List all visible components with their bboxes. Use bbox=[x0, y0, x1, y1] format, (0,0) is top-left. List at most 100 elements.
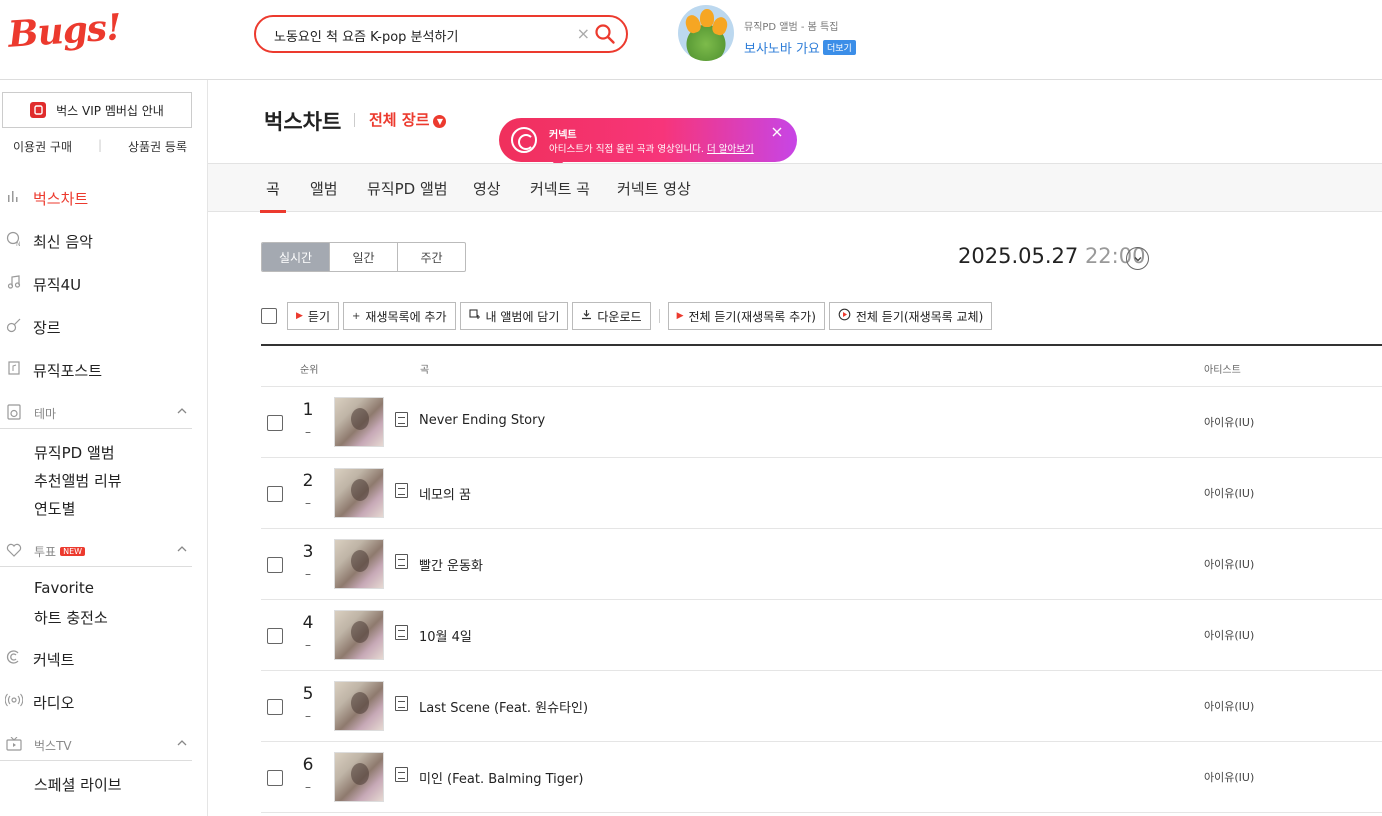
play-button[interactable]: ▶ 듣기 bbox=[287, 302, 340, 330]
song-title[interactable]: 미인 (Feat. Balming Tiger) bbox=[419, 768, 583, 787]
sidebar-item-bugs-chart[interactable]: 벅스차트 bbox=[0, 186, 200, 210]
sidebar-group-label: 테마 bbox=[34, 407, 57, 421]
sidebar-item-new-music[interactable]: N 최신 음악 bbox=[0, 229, 200, 253]
song-title[interactable]: Last Scene (Feat. 원슈타인) bbox=[419, 697, 588, 716]
table-row: 5 – Last Scene (Feat. 원슈타인) 아이유(IU) bbox=[261, 671, 1382, 742]
chevron-up-icon[interactable] bbox=[176, 405, 188, 417]
add-my-album-button[interactable]: 내 앨범에 담기 bbox=[459, 302, 569, 330]
song-title[interactable]: Never Ending Story bbox=[419, 413, 545, 428]
tab-connect-songs[interactable]: 커넥트 곡 bbox=[530, 178, 590, 199]
add-playlist-button[interactable]: + 재생목록에 추가 bbox=[343, 302, 456, 330]
sidebar-item-special-live[interactable]: 스페셜 라이브 bbox=[34, 774, 122, 795]
lyrics-icon[interactable] bbox=[395, 554, 408, 569]
learn-more-link[interactable]: 더 알아보기 bbox=[707, 144, 754, 155]
sidebar-group-theme[interactable]: 테마 bbox=[0, 399, 192, 429]
sidebar-group-label: 투표 bbox=[34, 545, 57, 559]
promo-title[interactable]: 보사노바 가요 bbox=[744, 38, 820, 57]
album-art[interactable] bbox=[334, 539, 384, 589]
period-realtime[interactable]: 실시간 bbox=[262, 243, 330, 271]
toolbar-divider bbox=[658, 309, 660, 323]
download-button[interactable]: 다운로드 bbox=[572, 302, 651, 330]
tab-albums[interactable]: 앨범 bbox=[310, 178, 338, 199]
artist-name[interactable]: 아이유(IU) bbox=[1204, 556, 1254, 572]
vip-membership-button[interactable]: 벅스 VIP 멤버십 안내 bbox=[2, 92, 192, 128]
lyrics-icon[interactable] bbox=[395, 625, 408, 640]
search-icon[interactable] bbox=[594, 23, 616, 45]
artist-name[interactable]: 아이유(IU) bbox=[1204, 414, 1254, 430]
connect-icon bbox=[4, 649, 24, 669]
tab-songs[interactable]: 곡 bbox=[266, 178, 280, 199]
row-checkbox[interactable] bbox=[267, 415, 283, 431]
plus-icon: + bbox=[352, 310, 361, 322]
sidebar-item-music-post[interactable]: 뮤직포스트 bbox=[0, 358, 200, 382]
tab-connect-videos[interactable]: 커넥트 영상 bbox=[617, 178, 691, 199]
promo-thumbnail[interactable] bbox=[678, 5, 734, 61]
sidebar-item-radio[interactable]: 라디오 bbox=[0, 690, 200, 714]
promo-more-button[interactable]: 더보기 bbox=[823, 40, 856, 55]
row-checkbox[interactable] bbox=[267, 628, 283, 644]
register-voucher-link[interactable]: 상품권 등록 bbox=[128, 138, 187, 155]
lyrics-icon[interactable] bbox=[395, 767, 408, 782]
search-input[interactable]: 노동요인 척 요즘 K-pop 분석하기 bbox=[274, 26, 458, 45]
song-title[interactable]: 네모의 꿈 bbox=[419, 484, 471, 503]
sidebar-item-album-review[interactable]: 추천앨범 리뷰 bbox=[34, 470, 122, 491]
period-daily[interactable]: 일간 bbox=[330, 243, 398, 271]
album-art[interactable] bbox=[334, 397, 384, 447]
buy-pass-link[interactable]: 이용권 구매 bbox=[13, 138, 72, 155]
chevron-down-icon: ▼ bbox=[433, 115, 447, 128]
sidebar-item-favorite[interactable]: Favorite bbox=[34, 579, 94, 597]
album-art[interactable] bbox=[334, 610, 384, 660]
select-all-checkbox[interactable] bbox=[261, 308, 277, 324]
chart-datetime: 2025.05.27 22:00 bbox=[958, 244, 1145, 268]
artist-name[interactable]: 아이유(IU) bbox=[1204, 769, 1254, 785]
close-icon[interactable] bbox=[771, 126, 783, 138]
play-all-replace-button[interactable]: 전체 듣기(재생목록 교체) bbox=[828, 302, 993, 330]
tab-music-pd-album[interactable]: 뮤직PD 앨범 bbox=[367, 178, 448, 199]
datetime-dropdown[interactable] bbox=[1126, 247, 1149, 270]
album-art[interactable] bbox=[334, 468, 384, 518]
replace-play-icon bbox=[838, 308, 851, 324]
sidebar-item-by-year[interactable]: 연도별 bbox=[34, 498, 75, 519]
rank-change: – bbox=[305, 638, 311, 652]
table-row: 3 – 빨간 운동화 아이유(IU) bbox=[261, 529, 1382, 600]
genre-dropdown[interactable]: 전체 장르 ▼ bbox=[369, 109, 447, 130]
radio-icon bbox=[4, 693, 24, 711]
chevron-up-icon[interactable] bbox=[176, 543, 188, 555]
song-title[interactable]: 10월 4일 bbox=[419, 626, 472, 645]
sidebar-item-music4u[interactable]: 뮤직4U bbox=[0, 272, 200, 296]
clear-icon[interactable]: × bbox=[577, 24, 590, 43]
search-box[interactable]: 노동요인 척 요즘 K-pop 분석하기 × bbox=[254, 15, 628, 53]
row-checkbox[interactable] bbox=[267, 770, 283, 786]
tab-videos[interactable]: 영상 bbox=[473, 178, 501, 199]
lyrics-icon[interactable] bbox=[395, 696, 408, 711]
rank-change: – bbox=[305, 496, 311, 510]
sidebar-item-connect[interactable]: 커넥트 bbox=[0, 647, 200, 671]
sidebar-group-vote[interactable]: 투표 NEW bbox=[0, 537, 192, 567]
lyrics-icon[interactable] bbox=[395, 412, 408, 427]
sidebar-item-heart-charge[interactable]: 하트 충전소 bbox=[34, 607, 108, 628]
sidebar-group-bugstv[interactable]: 벅스TV bbox=[0, 731, 192, 761]
chevron-down-icon bbox=[1134, 257, 1141, 262]
row-checkbox[interactable] bbox=[267, 486, 283, 502]
artist-name[interactable]: 아이유(IU) bbox=[1204, 698, 1254, 714]
artist-name[interactable]: 아이유(IU) bbox=[1204, 485, 1254, 501]
sidebar-sub-links: 이용권 구매 | 상품권 등록 bbox=[0, 138, 200, 155]
rank-change: – bbox=[305, 567, 311, 581]
table-header: 순위 곡 아티스트 bbox=[261, 344, 1382, 387]
bugs-logo[interactable]: Bugs! bbox=[7, 6, 122, 56]
album-art[interactable] bbox=[334, 752, 384, 802]
sidebar-item-genre[interactable]: 장르 bbox=[0, 315, 200, 339]
play-all-add-button[interactable]: ▶ 전체 듣기(재생목록 추가) bbox=[667, 302, 825, 330]
guitar-icon bbox=[4, 317, 24, 337]
sidebar-item-music-pd-album[interactable]: 뮤직PD 앨범 bbox=[34, 442, 115, 463]
row-checkbox[interactable] bbox=[267, 699, 283, 715]
song-title[interactable]: 빨간 운동화 bbox=[419, 555, 483, 574]
chevron-up-icon[interactable] bbox=[176, 737, 188, 749]
table-row: 2 – 네모의 꿈 아이유(IU) bbox=[261, 458, 1382, 529]
album-art[interactable] bbox=[334, 681, 384, 731]
svg-text:N: N bbox=[16, 241, 21, 247]
lyrics-icon[interactable] bbox=[395, 483, 408, 498]
artist-name[interactable]: 아이유(IU) bbox=[1204, 627, 1254, 643]
period-weekly[interactable]: 주간 bbox=[398, 243, 465, 271]
row-checkbox[interactable] bbox=[267, 557, 283, 573]
